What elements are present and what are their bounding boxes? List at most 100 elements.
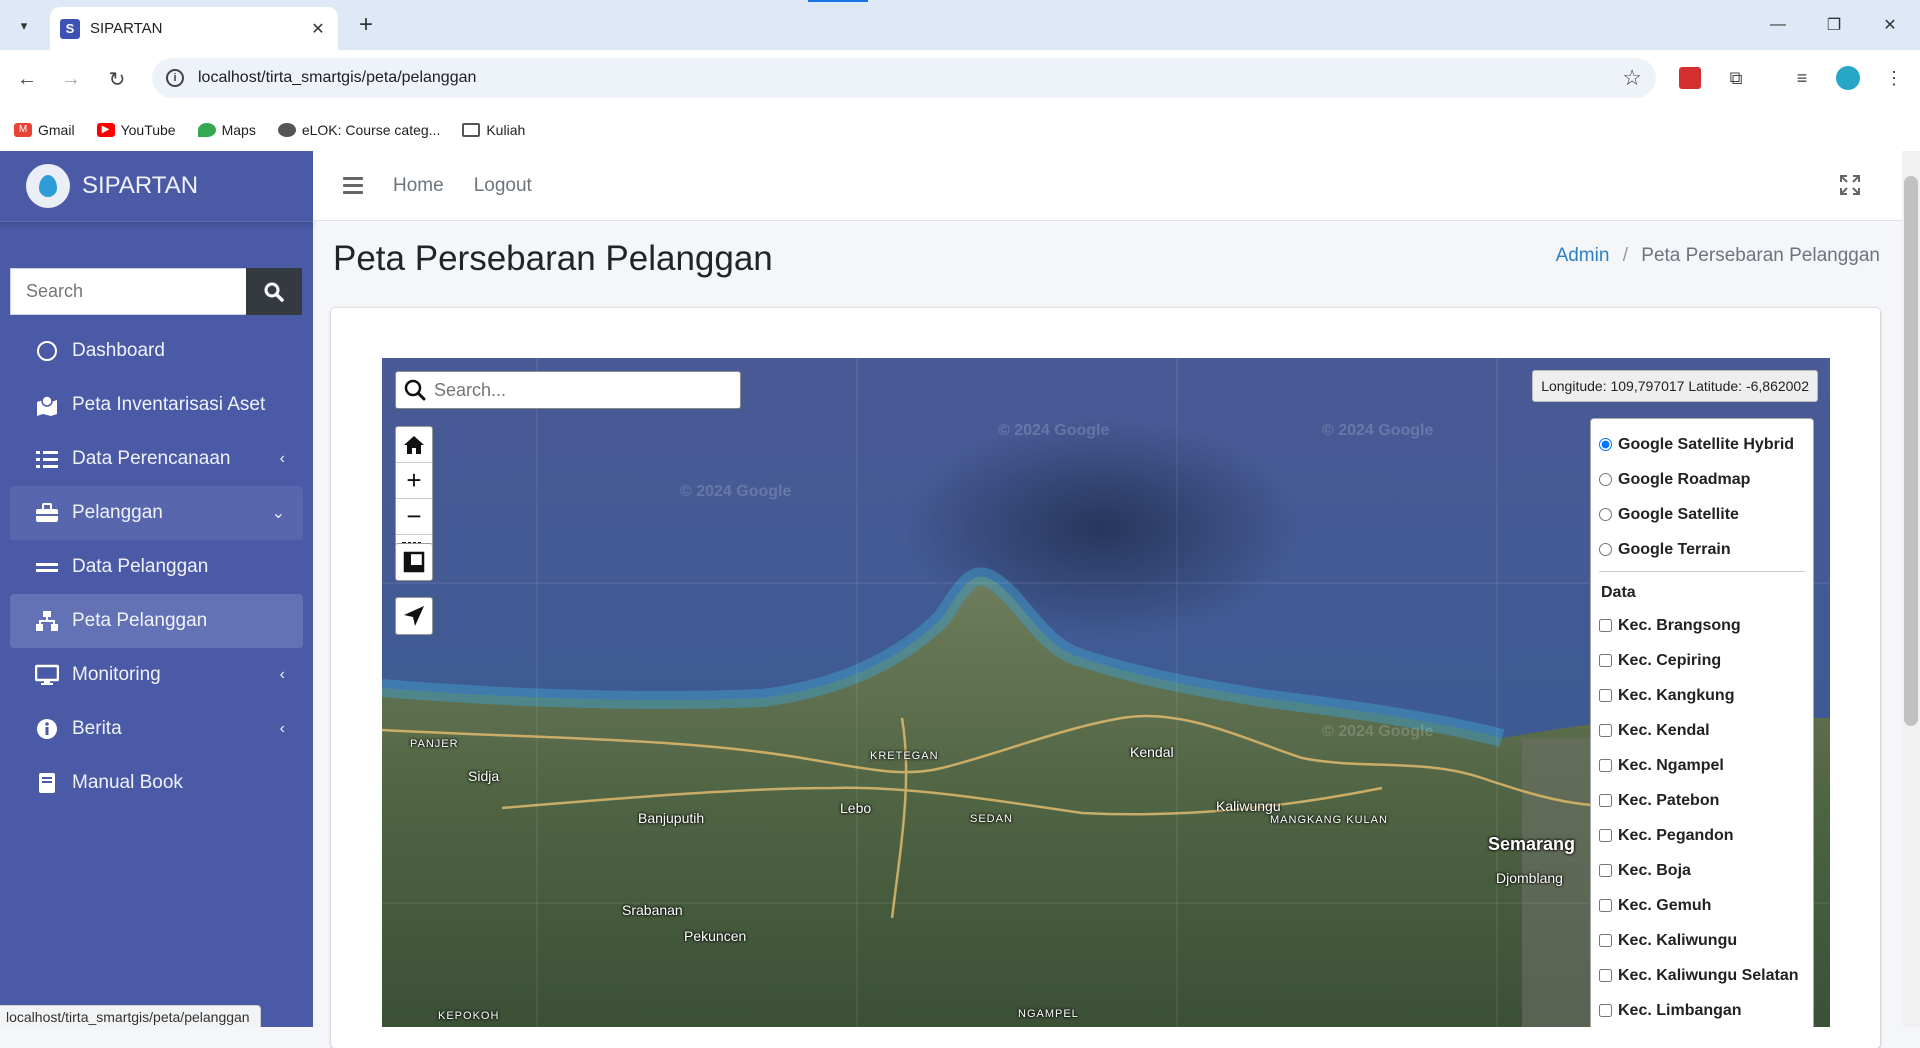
place-label: Srabanan [622, 902, 683, 918]
sidebar-item-data-pelanggan[interactable]: Data Pelanggan [10, 540, 303, 594]
place-label: Sidja [468, 768, 500, 784]
layer-checkbox[interactable] [1599, 794, 1612, 807]
scroll-thumb[interactable] [1904, 176, 1918, 726]
site-info-icon[interactable]: i [166, 69, 184, 87]
basemap-radio[interactable] [1599, 473, 1612, 486]
data-layer-option[interactable]: Kec. Kaliwungu [1599, 923, 1805, 958]
basemap-option[interactable]: Google Satellite Hybrid [1599, 427, 1805, 462]
bookmark-maps[interactable]: Maps [197, 122, 256, 138]
layer-checkbox[interactable] [1599, 864, 1612, 877]
search-button[interactable] [246, 268, 302, 315]
browser-tab[interactable]: S SIPARTAN ✕ [50, 7, 338, 50]
location-arrow-icon[interactable] [396, 598, 432, 634]
tab-title: SIPARTAN [90, 20, 163, 37]
data-layer-option[interactable]: Kec. Gemuh [1599, 888, 1805, 923]
sidebar-item-pelanggan[interactable]: Pelanggan ⌄ [10, 486, 303, 540]
favicon-icon: S [60, 18, 80, 39]
data-layer-option[interactable]: Kec. Kendal [1599, 713, 1805, 748]
hamburger-menu-icon[interactable] [343, 173, 363, 198]
place-label: MANGKANG KULAN [1270, 814, 1388, 826]
sidebar-item-berita[interactable]: Berita ‹ [10, 702, 303, 756]
ruler-icon[interactable] [396, 544, 432, 580]
page-scrollbar[interactable] [1902, 151, 1920, 1027]
layer-checkbox[interactable] [1599, 759, 1612, 772]
sidebar: SIPARTAN Dashboard Peta Inventarisasi As… [0, 151, 313, 1027]
basemap-radio[interactable] [1599, 438, 1612, 451]
sidebar-item-manual-book[interactable]: Manual Book [10, 756, 303, 810]
layer-checkbox[interactable] [1599, 1004, 1612, 1017]
sidebar-item-data-perencanaan[interactable]: Data Perencanaan ‹ [10, 432, 303, 486]
sitemap-icon [34, 610, 60, 632]
page-title: Peta Persebaran Pelanggan [333, 239, 773, 278]
layer-checkbox[interactable] [1599, 829, 1612, 842]
basemap-radio[interactable] [1599, 543, 1612, 556]
sidebar-item-peta-inventarisasi-aset[interactable]: Peta Inventarisasi Aset [10, 378, 303, 432]
layer-checkbox[interactable] [1599, 654, 1612, 667]
new-tab-button[interactable]: + [352, 12, 380, 38]
browser-menu-icon[interactable]: ⋮ [1880, 64, 1908, 92]
sidebar-menu: Dashboard Peta Inventarisasi Aset Data P… [10, 324, 303, 810]
basemap-option[interactable]: Google Satellite [1599, 497, 1805, 532]
minimize-button[interactable]: — [1758, 10, 1798, 40]
tab-search-button[interactable]: ▾ [10, 12, 38, 40]
nav-logout-link[interactable]: Logout [474, 175, 532, 197]
layer-checkbox[interactable] [1599, 899, 1612, 912]
data-layer-option[interactable]: Kec. Boja [1599, 853, 1805, 888]
chevron-left-icon: ‹ [279, 720, 285, 737]
sidebar-item-peta-pelanggan[interactable]: Peta Pelanggan [10, 594, 303, 648]
layer-checkbox[interactable] [1599, 724, 1612, 737]
breadcrumb-admin-link[interactable]: Admin [1556, 245, 1610, 266]
bookmark-gmail[interactable]: M Gmail [14, 122, 75, 138]
layer-checkbox[interactable] [1599, 934, 1612, 947]
url-text: localhost/tirta_smartgis/peta/pelanggan [198, 69, 477, 86]
data-layer-option[interactable]: Kec. Limbangan [1599, 993, 1805, 1027]
browser-toolbar: ← → ↻ i localhost/tirta_smartgis/peta/pe… [0, 50, 1920, 108]
data-layer-option[interactable]: Kec. Ngampel [1599, 748, 1805, 783]
profile-avatar-icon[interactable] [1834, 64, 1862, 92]
data-layer-option[interactable]: Kec. Kaliwungu Selatan [1599, 958, 1805, 993]
address-bar[interactable]: i localhost/tirta_smartgis/peta/pelangga… [152, 58, 1656, 98]
basemap-option[interactable]: Google Terrain [1599, 532, 1805, 567]
bookmark-star-icon[interactable]: ☆ [1622, 65, 1642, 91]
close-tab-icon[interactable]: ✕ [308, 19, 328, 39]
map-search-input[interactable] [434, 379, 714, 401]
extension-icon[interactable] [1676, 64, 1704, 92]
bookmark-kuliah[interactable]: Kuliah [462, 122, 525, 138]
home-icon[interactable] [396, 427, 432, 463]
extensions-puzzle-icon[interactable]: ⧉ [1722, 64, 1750, 92]
back-button[interactable]: ← [12, 64, 42, 94]
sidebar-item-dashboard[interactable]: Dashboard [10, 324, 303, 378]
data-layer-option[interactable]: Kec. Brangsong [1599, 608, 1805, 643]
map-watermark: © 2024 Google [680, 483, 792, 500]
restore-button[interactable]: ❐ [1814, 10, 1854, 40]
layer-checkbox[interactable] [1599, 619, 1612, 632]
map-locate-control [395, 597, 433, 635]
fullscreen-icon[interactable] [1840, 175, 1860, 195]
basemap-radio[interactable] [1599, 508, 1612, 521]
zoom-out-button[interactable]: − [396, 499, 432, 535]
zoom-in-button[interactable]: + [396, 463, 432, 499]
data-layer-option[interactable]: Kec. Cepiring [1599, 643, 1805, 678]
brand[interactable]: SIPARTAN [0, 151, 313, 222]
sidebar-search-input[interactable] [10, 268, 246, 315]
place-label: Kaliwungu [1216, 798, 1281, 814]
sidebar-item-monitoring[interactable]: Monitoring ‹ [10, 648, 303, 702]
data-layer-option[interactable]: Kec. Pegandon [1599, 818, 1805, 853]
bookmark-youtube[interactable]: ▶ YouTube [96, 122, 176, 138]
forward-button[interactable]: → [56, 64, 86, 94]
top-navbar: Home Logout [313, 151, 1920, 221]
place-label: KRETEGAN [870, 750, 939, 762]
layer-checkbox[interactable] [1599, 969, 1612, 982]
media-control-icon[interactable]: ≡ [1788, 64, 1816, 92]
place-label: Semarang [1488, 834, 1576, 854]
nav-home-link[interactable]: Home [393, 175, 444, 197]
map-view[interactable]: © 2024 Google © 2024 Google © 2024 Googl… [382, 358, 1830, 1027]
layer-checkbox[interactable] [1599, 689, 1612, 702]
bookmark-elok[interactable]: eLOK: Course categ... [277, 122, 440, 138]
map-watermark: © 2024 Google [1322, 723, 1434, 740]
reload-button[interactable]: ↻ [102, 64, 132, 94]
close-window-button[interactable]: ✕ [1870, 10, 1910, 40]
data-layer-option[interactable]: Kec. Kangkung [1599, 678, 1805, 713]
data-layer-option[interactable]: Kec. Patebon [1599, 783, 1805, 818]
basemap-option[interactable]: Google Roadmap [1599, 462, 1805, 497]
